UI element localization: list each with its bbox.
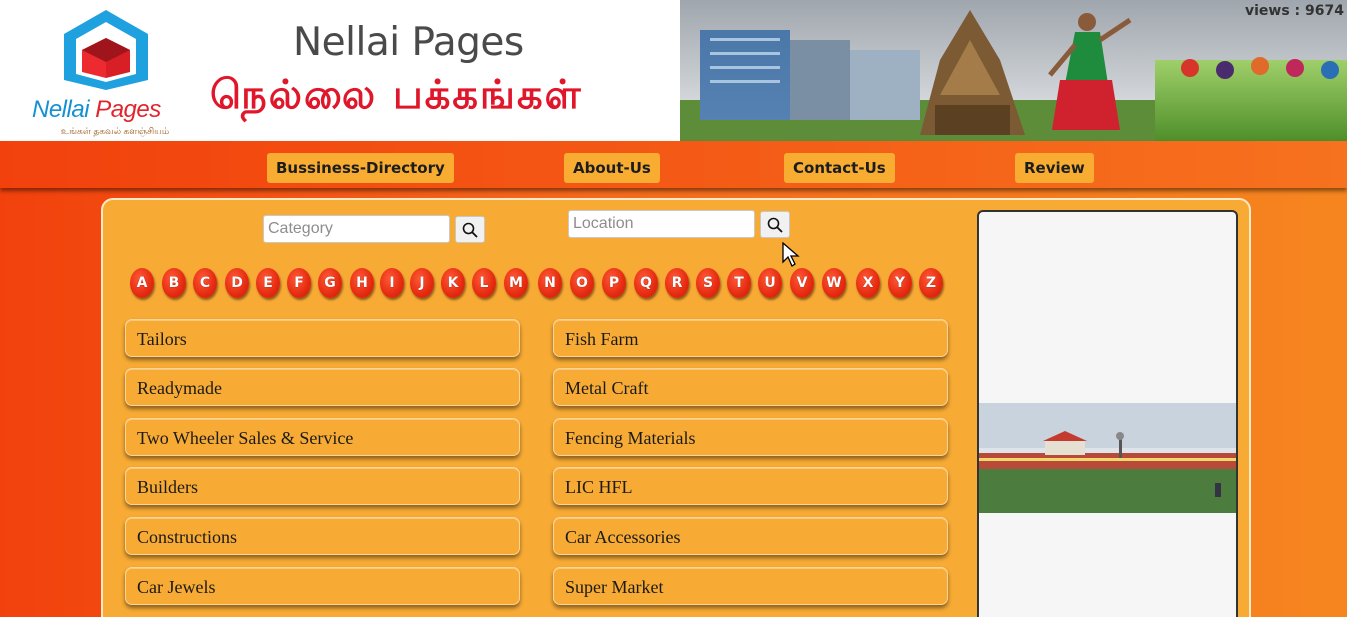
main-nav: Bussiness-Directory About-Us Contact-Us …: [0, 141, 1347, 188]
search-icon: [767, 217, 783, 233]
directory-panel: A B C D E F G H I J K L M N O P Q R S T …: [101, 198, 1251, 617]
header-banner: Nellai Pages உங்கள் தகவல் களஞ்சியம் Nell…: [0, 0, 1347, 141]
letter-e[interactable]: E: [256, 268, 280, 298]
letter-t[interactable]: T: [727, 268, 751, 298]
category-fencing-materials[interactable]: Fencing Materials: [553, 418, 948, 456]
category-tailors[interactable]: Tailors: [125, 319, 520, 357]
letter-n[interactable]: N: [538, 268, 562, 298]
category-builders[interactable]: Builders: [125, 467, 520, 505]
nav-business-directory[interactable]: Bussiness-Directory: [267, 153, 454, 183]
banner-collage-image: [680, 0, 1347, 141]
letter-s[interactable]: S: [696, 268, 720, 298]
category-two-wheeler[interactable]: Two Wheeler Sales & Service: [125, 418, 520, 456]
nav-about-us[interactable]: About-Us: [564, 153, 660, 183]
category-lic-hfl[interactable]: LIC HFL: [553, 467, 948, 505]
category-fish-farm[interactable]: Fish Farm: [553, 319, 948, 357]
category-readymade[interactable]: Readymade: [125, 368, 520, 406]
railway-station-photo[interactable]: [979, 403, 1238, 513]
letter-v[interactable]: V: [790, 268, 814, 298]
letter-c[interactable]: C: [193, 268, 217, 298]
letter-w[interactable]: W: [822, 268, 846, 298]
letter-p[interactable]: P: [602, 268, 626, 298]
nav-contact-us[interactable]: Contact-Us: [784, 153, 895, 183]
letter-j[interactable]: J: [410, 268, 434, 298]
letter-m[interactable]: M: [504, 268, 528, 298]
view-counter: views : 9674: [1245, 3, 1344, 19]
logo-wordmark: Nellai Pages: [32, 96, 161, 123]
letter-z[interactable]: Z: [919, 268, 943, 298]
letter-f[interactable]: F: [287, 268, 311, 298]
side-ad-box: [977, 210, 1238, 617]
category-search-input[interactable]: [263, 215, 450, 243]
location-search-input[interactable]: [568, 210, 755, 238]
book-house-icon: [64, 10, 148, 90]
logo-tagline: உங்கள் தகவல் களஞ்சியம்: [60, 126, 170, 136]
site-title-tamil: நெல்லை பக்கங்கள்: [210, 72, 583, 118]
letter-y[interactable]: Y: [888, 268, 912, 298]
letter-q[interactable]: Q: [634, 268, 658, 298]
letter-g[interactable]: G: [318, 268, 342, 298]
letter-b[interactable]: B: [162, 268, 186, 298]
letter-l[interactable]: L: [472, 268, 496, 298]
nav-review[interactable]: Review: [1015, 153, 1094, 183]
letter-a[interactable]: A: [130, 268, 154, 298]
category-metal-craft[interactable]: Metal Craft: [553, 368, 948, 406]
site-logo[interactable]: Nellai Pages உங்கள் தகவல் களஞ்சியம்: [22, 8, 192, 136]
location-search-button[interactable]: [760, 211, 790, 238]
letter-o[interactable]: O: [570, 268, 594, 298]
letter-h[interactable]: H: [350, 268, 374, 298]
category-search-button[interactable]: [455, 216, 485, 243]
letter-d[interactable]: D: [225, 268, 249, 298]
letter-i[interactable]: I: [380, 268, 404, 298]
letter-r[interactable]: R: [665, 268, 689, 298]
letter-x[interactable]: X: [856, 268, 880, 298]
letter-k[interactable]: K: [441, 268, 465, 298]
search-icon: [462, 222, 478, 238]
category-car-accessories[interactable]: Car Accessories: [553, 517, 948, 555]
letter-u[interactable]: U: [758, 268, 782, 298]
category-super-market[interactable]: Super Market: [553, 567, 948, 605]
category-car-jewels[interactable]: Car Jewels: [125, 567, 520, 605]
category-constructions[interactable]: Constructions: [125, 517, 520, 555]
site-title-english: Nellai Pages: [293, 20, 524, 65]
